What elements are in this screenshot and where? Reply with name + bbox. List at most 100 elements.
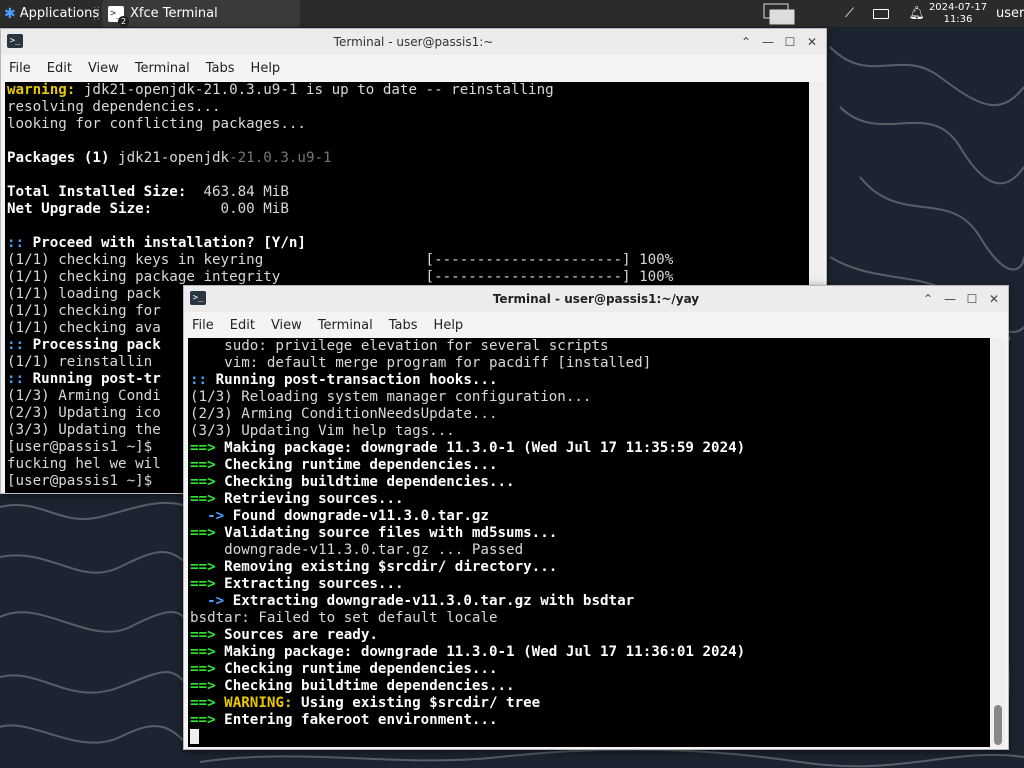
minimize-icon[interactable]: — bbox=[942, 291, 958, 307]
terminal-output[interactable]: sudo: privilege elevation for several sc… bbox=[188, 338, 990, 747]
user-menu[interactable]: user bbox=[996, 0, 1024, 27]
terminal-line: resolving dependencies... bbox=[7, 99, 809, 116]
terminal-text: Checking buildtime dependencies... bbox=[215, 678, 515, 694]
terminal-line: ==> Checking buildtime dependencies... bbox=[190, 678, 990, 695]
terminal-text: 0.00 MiB bbox=[152, 201, 289, 217]
terminal-text: warning: bbox=[7, 82, 76, 98]
terminal-text: (1/1) checking ava bbox=[7, 320, 161, 336]
menu-tabs[interactable]: Tabs bbox=[198, 61, 243, 76]
menu-view[interactable]: View bbox=[263, 318, 310, 333]
menu-terminal[interactable]: Terminal bbox=[310, 318, 381, 333]
terminal-text: (2/3) Updating ico bbox=[7, 405, 161, 421]
terminal-text: (3/3) Updating Vim help tags... bbox=[190, 423, 455, 439]
maximize-icon[interactable]: ☐ bbox=[782, 34, 798, 50]
terminal-text: ==> bbox=[190, 661, 216, 677]
terminal-line: (1/1) checking package integrity [------… bbox=[7, 269, 809, 286]
window-title: Terminal - user@passis1:~ bbox=[333, 35, 494, 49]
terminal-text: :: bbox=[190, 372, 208, 388]
terminal-text: downgrade-v11.3.0.tar.gz ... Passed bbox=[190, 542, 524, 558]
menu-help[interactable]: Help bbox=[243, 61, 289, 76]
taskbar-button-label: Xfce Terminal bbox=[130, 6, 218, 21]
terminal-text: jdk21-openjdk bbox=[109, 150, 230, 166]
terminal-text: :: bbox=[7, 337, 25, 353]
terminal-text: Found downgrade-v11.3.0.tar.gz bbox=[224, 508, 489, 524]
terminal-text: fucking hel we wil bbox=[7, 456, 161, 472]
terminal-line: ==> WARNING: Using existing $srcdir/ tre… bbox=[190, 695, 990, 712]
window-titlebar[interactable]: >_ Terminal - user@passis1:~ ⌃ — ☐ ✕ bbox=[1, 29, 826, 55]
menu-edit[interactable]: Edit bbox=[39, 61, 80, 76]
terminal-text: Extracting downgrade-v11.3.0.tar.gz with… bbox=[224, 593, 635, 609]
xfce-logo-icon: ✱ bbox=[4, 5, 16, 22]
terminal-text: jdk21-openjdk-21.0.3.u9-1 is up to date … bbox=[75, 82, 554, 98]
notification-bell-icon[interactable]: 🔔︎ bbox=[908, 6, 925, 21]
terminal-text: Checking runtime dependencies... bbox=[215, 457, 498, 473]
terminal-line: ==> Validating source files with md5sums… bbox=[190, 525, 990, 542]
applications-menu-button[interactable]: ✱ Applications bbox=[0, 0, 104, 27]
menu-tabs[interactable]: Tabs bbox=[381, 318, 426, 333]
terminal-line: (1/1) checking keys in keyring [--------… bbox=[7, 252, 809, 269]
terminal-text: sudo: privilege elevation for several sc… bbox=[190, 338, 609, 354]
terminal-text: [user@passis1 ~]$ bbox=[7, 473, 161, 489]
battery-icon[interactable] bbox=[873, 8, 890, 19]
terminal-line: ==> Extracting sources... bbox=[190, 576, 990, 593]
menu-file[interactable]: File bbox=[1, 61, 39, 76]
terminal-cursor bbox=[190, 729, 199, 744]
terminal-text: vim: default merge program for pacdiff [… bbox=[190, 355, 652, 371]
terminal-line: (1/3) Reloading system manager configura… bbox=[190, 389, 990, 406]
terminal-text: ==> bbox=[190, 440, 216, 456]
menu-file[interactable]: File bbox=[184, 318, 222, 333]
scrollbar-thumb[interactable] bbox=[994, 705, 1002, 745]
terminal-text: ==> bbox=[190, 627, 216, 643]
terminal-line: :: Running post-transaction hooks... bbox=[190, 372, 990, 389]
terminal-text: Making package: downgrade 11.3.0-1 (Wed … bbox=[215, 440, 746, 456]
terminal-text: :: bbox=[7, 235, 25, 251]
clock[interactable]: 2024-07-17 11:36 bbox=[928, 0, 988, 27]
terminal-text: Making package: downgrade 11.3.0-1 (Wed … bbox=[215, 644, 746, 660]
terminal-text: -21.0.3.u9-1 bbox=[229, 150, 332, 166]
clock-date: 2024-07-17 bbox=[928, 1, 988, 13]
window-shade-icon[interactable]: ⌃ bbox=[920, 291, 936, 307]
terminal-line: :: Proceed with installation? [Y/n] bbox=[7, 235, 809, 252]
menu-edit[interactable]: Edit bbox=[222, 318, 263, 333]
terminal-text: (1/1) loading pack bbox=[7, 286, 161, 302]
maximize-icon[interactable]: ☐ bbox=[964, 291, 980, 307]
terminal-text: ==> bbox=[190, 491, 216, 507]
workspace-switcher[interactable] bbox=[762, 0, 800, 27]
terminal-line: vim: default merge program for pacdiff [… bbox=[190, 355, 990, 372]
menu-help[interactable]: Help bbox=[426, 318, 472, 333]
terminal-line: ==> Making package: downgrade 11.3.0-1 (… bbox=[190, 644, 990, 661]
terminal-text: resolving dependencies... bbox=[7, 99, 221, 115]
menu-view[interactable]: View bbox=[80, 61, 127, 76]
terminal-text: Checking runtime dependencies... bbox=[215, 661, 498, 677]
terminal-line: downgrade-v11.3.0.tar.gz ... Passed bbox=[190, 542, 990, 559]
terminal-text: Running post-transaction hooks... bbox=[207, 372, 498, 388]
menu-terminal[interactable]: Terminal bbox=[127, 61, 198, 76]
taskbar-button-terminal[interactable]: >_ 2 Xfce Terminal bbox=[102, 0, 300, 27]
terminal-icon: >_ 2 bbox=[108, 5, 129, 27]
window-shade-icon[interactable]: ⌃ bbox=[738, 34, 754, 50]
terminal-line: (2/3) Arming ConditionNeedsUpdate... bbox=[190, 406, 990, 423]
terminal-text: (2/3) Arming ConditionNeedsUpdate... bbox=[190, 406, 498, 422]
terminal-line: -> Found downgrade-v11.3.0.tar.gz bbox=[190, 508, 990, 525]
terminal-text: Net Upgrade Size: bbox=[7, 201, 153, 217]
terminal-text: ==> bbox=[190, 712, 216, 728]
terminal-text: WARNING: bbox=[215, 695, 293, 711]
network-disconnected-icon[interactable]: ⟋ bbox=[845, 6, 854, 21]
terminal-line: -> Extracting downgrade-v11.3.0.tar.gz w… bbox=[190, 593, 990, 610]
scrollbar[interactable] bbox=[991, 338, 1005, 747]
clock-time: 11:36 bbox=[943, 13, 973, 25]
close-icon[interactable]: ✕ bbox=[804, 34, 820, 50]
terminal-text: (1/3) Reloading system manager configura… bbox=[190, 389, 592, 405]
minimize-icon[interactable]: — bbox=[760, 34, 776, 50]
terminal-line: Net Upgrade Size: 0.00 MiB bbox=[7, 201, 809, 218]
close-icon[interactable]: ✕ bbox=[986, 291, 1002, 307]
terminal-text: Retrieving sources... bbox=[215, 491, 404, 507]
workspace-icon bbox=[763, 3, 795, 24]
terminal-line: warning: jdk21-openjdk-21.0.3.u9-1 is up… bbox=[7, 82, 809, 99]
terminal-text: Running post-tr bbox=[24, 371, 161, 387]
terminal-text: Validating source files with md5sums... bbox=[215, 525, 558, 541]
menubar: File Edit View Terminal Tabs Help bbox=[1, 56, 826, 80]
window-titlebar[interactable]: >_ Terminal - user@passis1:~/yay ⌃ — ☐ ✕ bbox=[184, 286, 1008, 312]
